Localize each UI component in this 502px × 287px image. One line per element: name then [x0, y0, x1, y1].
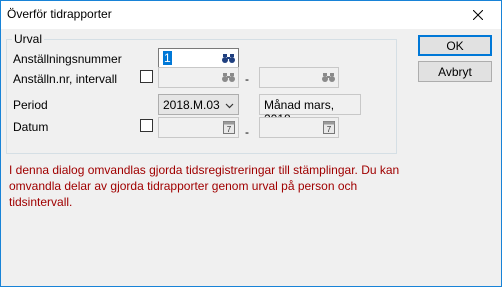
employee-interval-checkbox[interactable]	[140, 70, 153, 83]
date-from-calendar-button[interactable]: 7	[221, 120, 236, 135]
title-bar: Överför tidrapporter	[1, 1, 501, 29]
chevron-down-icon	[225, 103, 234, 109]
interval-dash: -	[245, 72, 249, 86]
date-from-field[interactable]: 7	[158, 117, 239, 138]
info-text: I denna dialog omvandlas gjorda tidsregi…	[9, 163, 400, 209]
date-dash: -	[245, 125, 249, 139]
dialog-window: Överför tidrapporter Urval Anställningsn…	[0, 0, 502, 287]
employee-interval-from-lookup[interactable]	[221, 70, 236, 85]
binoculars-icon	[222, 73, 235, 82]
svg-text:7: 7	[226, 125, 231, 134]
group-legend: Urval	[12, 32, 45, 46]
employee-interval-to-field[interactable]	[259, 67, 339, 88]
employee-interval-from-field[interactable]	[158, 67, 239, 88]
employee-interval-label: Anställn.nr, intervall	[13, 72, 118, 86]
date-to-field[interactable]: 7	[259, 117, 339, 138]
employee-number-value: 1	[163, 51, 172, 65]
svg-text:7: 7	[326, 125, 331, 134]
close-icon	[473, 10, 483, 20]
employee-interval-to-lookup[interactable]	[321, 70, 336, 85]
period-value: 2018.M.03	[163, 98, 220, 112]
date-to-calendar-button[interactable]: 7	[321, 120, 336, 135]
window-title: Överför tidrapporter	[7, 7, 112, 21]
period-description-field: Månad mars, 2018	[259, 94, 361, 126]
date-checkbox[interactable]	[140, 119, 153, 132]
cancel-button[interactable]: Avbryt	[418, 61, 492, 82]
dialog-client: Urval Anställningsnummer 1 Anställn.nr, …	[1, 29, 501, 286]
period-label: Period	[13, 98, 48, 112]
employee-lookup-button[interactable]	[221, 51, 236, 66]
binoculars-icon	[222, 54, 235, 63]
close-button[interactable]	[455, 1, 501, 29]
calendar-icon: 7	[222, 121, 235, 134]
period-select[interactable]: 2018.M.03	[158, 94, 239, 115]
ok-button[interactable]: OK	[418, 35, 492, 56]
binoculars-icon	[322, 73, 335, 82]
calendar-icon: 7	[322, 121, 335, 134]
employee-number-label: Anställningsnummer	[13, 52, 122, 66]
employee-number-field[interactable]: 1	[158, 48, 239, 69]
date-label: Datum	[13, 120, 49, 134]
